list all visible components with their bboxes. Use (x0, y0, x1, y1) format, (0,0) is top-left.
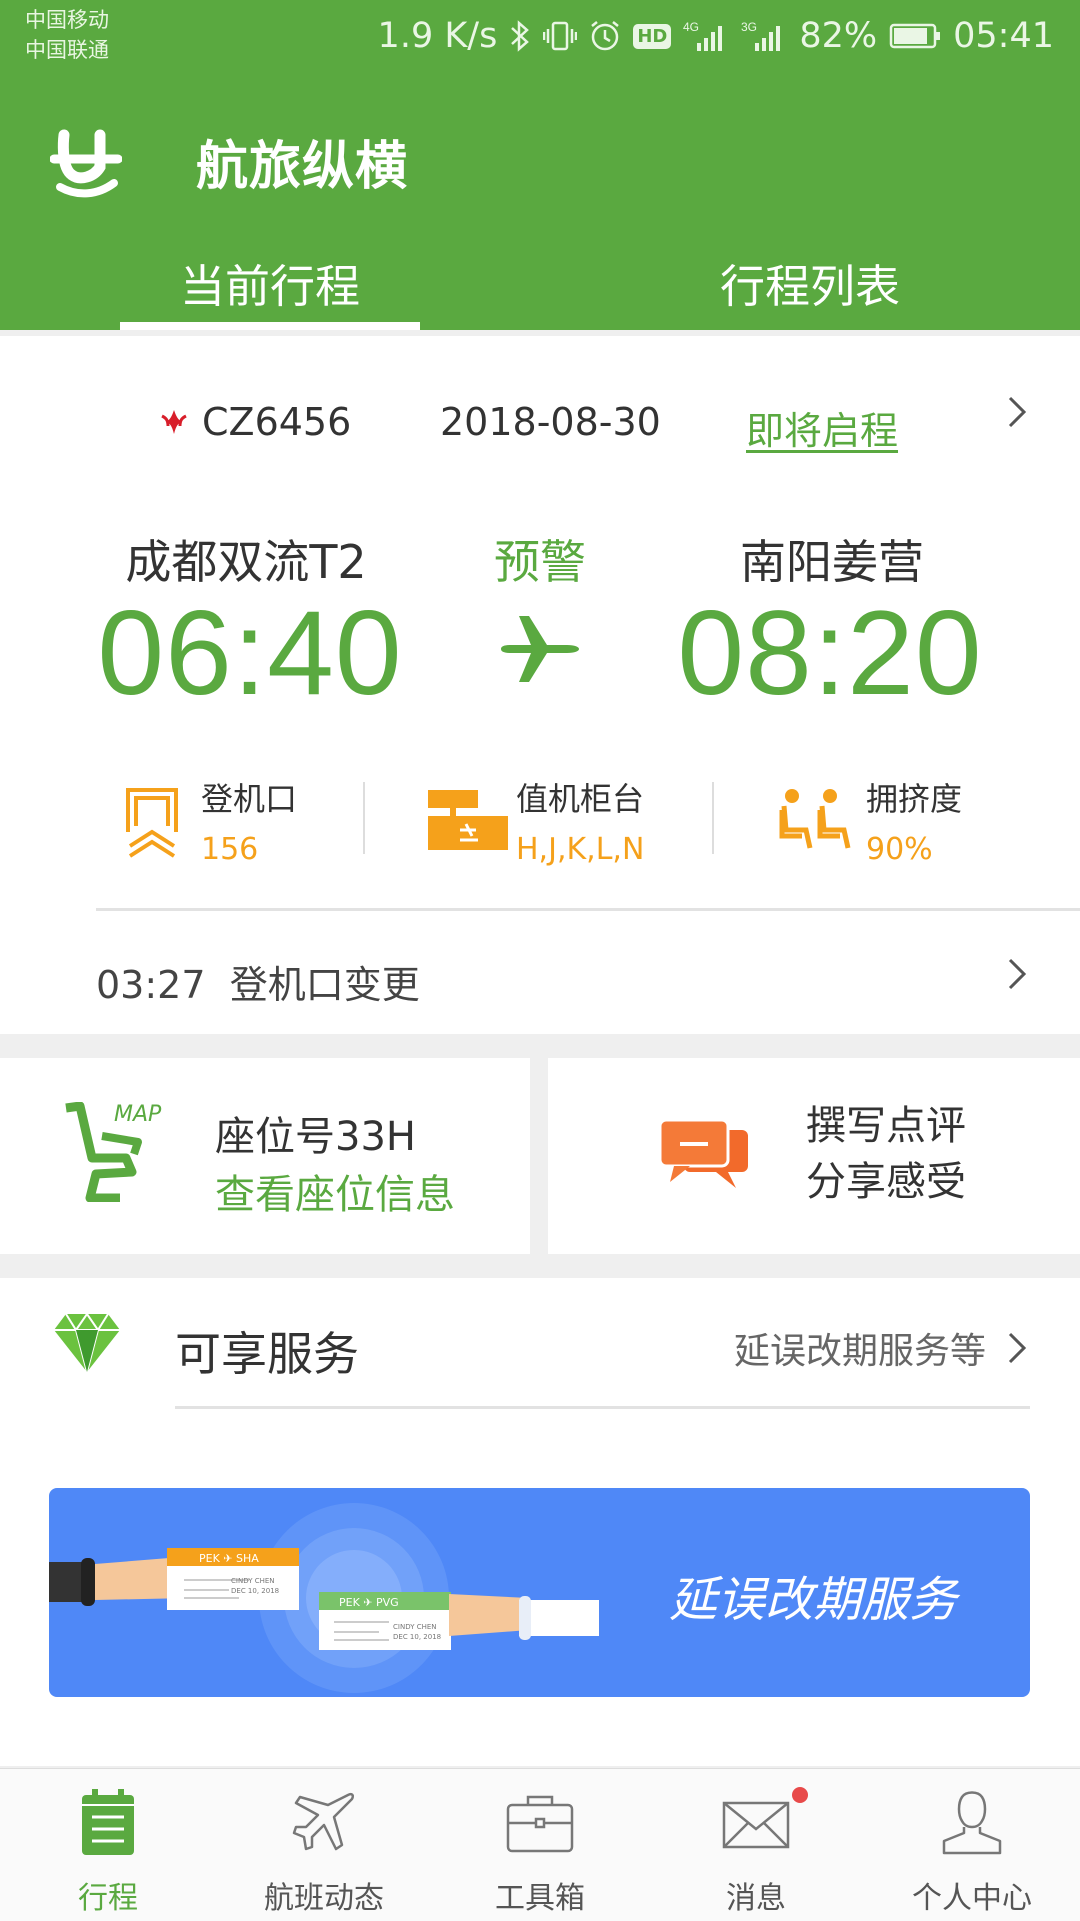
map-tag: MAP (114, 1102, 162, 1127)
nav-item-toolbox[interactable]: 工具箱 (432, 1769, 648, 1921)
nav-item-messages[interactable]: 消息 (648, 1769, 864, 1921)
bottom-navigation: 行程 航班动态 工具箱 消息 个人中心 (0, 1768, 1080, 1921)
banner-title: 延误改期服务 (669, 1572, 958, 1628)
svg-text:3G: 3G (741, 20, 757, 34)
services-more-text: 延误改期服务等 (733, 1331, 986, 1372)
notice-time: 03:27 (96, 963, 206, 1007)
unread-badge (792, 1787, 808, 1803)
notice-chevron-icon[interactable] (1004, 954, 1030, 998)
airplane-icon (497, 606, 583, 692)
current-trip-card[interactable]: CZ6456 2018-08-30 即将启程 成都双流T2 预警 南阳姜营 06… (0, 336, 1080, 1034)
carrier-secondary: 中国联通 (25, 38, 109, 62)
services-title: 可享服务 (175, 1327, 359, 1381)
battery-percent: 82% (799, 16, 878, 56)
info-divider (712, 782, 714, 854)
departure-city: 成都双流T2 (125, 535, 367, 589)
airplane-outline-icon (288, 1787, 360, 1859)
signal-3g-icon: 3G (741, 19, 787, 53)
gate-label: 登机口 (201, 780, 298, 818)
hd-icon: HD (633, 23, 672, 49)
envelope-icon (720, 1787, 792, 1859)
trip-detail-chevron-icon[interactable] (1004, 392, 1030, 443)
crowd-seats-icon (776, 786, 860, 852)
nav-item-profile[interactable]: 个人中心 (864, 1769, 1080, 1921)
nav-label: 行程 (78, 1881, 138, 1916)
flight-date: 2018-08-30 (440, 400, 661, 444)
review-line2: 分享感受 (806, 1159, 966, 1205)
gate-value: 156 (201, 832, 259, 867)
counter-label: 值机柜台 (516, 780, 645, 818)
app-logo-icon (49, 127, 123, 199)
alarm-icon (589, 19, 621, 53)
info-divider (363, 782, 365, 854)
nav-label: 消息 (726, 1881, 786, 1916)
diamond-icon (52, 1312, 122, 1376)
seat-number: 座位号33H (215, 1114, 416, 1160)
review-line1: 撰写点评 (806, 1103, 966, 1149)
chat-bubbles-icon (658, 1118, 752, 1192)
write-review-card[interactable]: 撰写点评 分享感受 (548, 1058, 1080, 1254)
network-speed: 1.9 K/s (377, 16, 498, 56)
app-brand-title: 航旅纵横 (196, 137, 409, 197)
nav-item-trip[interactable]: 行程 (0, 1769, 216, 1921)
gate-icon (124, 784, 180, 858)
crowd-value: 90% (866, 832, 933, 867)
tab-current-trip[interactable]: 当前行程 (0, 250, 540, 315)
crowd-label: 拥挤度 (866, 780, 963, 818)
airline-logo-icon (161, 410, 187, 434)
notice-text: 登机口变更 (229, 963, 420, 1007)
ticket1-details: CINDY CHEN DEC 10, 2018 (231, 1576, 279, 1596)
seat-info-card[interactable]: MAP 座位号33H 查看座位信息 (0, 1058, 530, 1254)
arrival-city: 南阳姜营 (740, 535, 924, 589)
tab-trip-list[interactable]: 行程列表 (540, 250, 1080, 315)
flight-number-text: CZ6456 (202, 400, 352, 444)
clock: 05:41 (953, 16, 1054, 56)
ticket1-to: SHA (236, 1552, 259, 1565)
ticket2-date: DEC 10, 2018 (393, 1633, 442, 1641)
signal-4g-icon: 4G (683, 19, 729, 53)
gate-change-notice[interactable]: 03:27 登机口变更 (96, 954, 420, 1009)
ticket1-route: PEK ✈ SHA (199, 1552, 259, 1565)
user-icon (936, 1787, 1008, 1859)
nav-label: 工具箱 (495, 1881, 585, 1916)
carrier-primary: 中国移动 (25, 8, 109, 32)
nav-label: 个人中心 (912, 1881, 1032, 1916)
services-chevron-icon (1008, 1332, 1027, 1364)
ticket2-to: PVG (376, 1596, 399, 1609)
ticket1-from: PEK (199, 1552, 220, 1565)
available-services-section: 可享服务 延误改期服务等 PEK ✈ SHA PEK ✈ PVG CINDY C… (0, 1278, 1080, 1766)
delay-service-banner[interactable]: PEK ✈ SHA PEK ✈ PVG CINDY CHEN DEC 10, 2… (49, 1488, 1030, 1697)
bluetooth-icon (509, 19, 531, 53)
vibrate-icon (543, 19, 578, 53)
arrival-time: 08:20 (677, 586, 983, 720)
flight-number: CZ6456 (158, 400, 351, 444)
ticket2-details: CINDY CHEN DEC 10, 2018 (393, 1622, 441, 1642)
services-more-link[interactable]: 延误改期服务等 (734, 1322, 1030, 1374)
warning-label: 预警 (494, 535, 586, 589)
check-in-counter-icon (426, 788, 508, 852)
ticket1-passenger: CINDY CHEN (231, 1577, 275, 1585)
active-tab-indicator (120, 322, 420, 330)
calendar-list-icon (72, 1787, 144, 1859)
banner-illustration (49, 1503, 599, 1693)
view-seat-info-link[interactable]: 查看座位信息 (215, 1162, 455, 1220)
status-bar: 中国移动 中国联通 1.9 K/s HD 4G 3G 82% 05:41 (0, 0, 1080, 72)
app-header: 航旅纵横 当前行程 行程列表 (0, 72, 1080, 330)
toolbox-icon (504, 1787, 576, 1859)
departure-time: 06:40 (97, 586, 403, 720)
nav-label: 航班动态 (264, 1881, 384, 1916)
status-icons: 1.9 K/s HD 4G 3G 82% 05:41 (378, 12, 1054, 60)
battery-icon (889, 22, 941, 50)
svg-text:4G: 4G (683, 20, 699, 34)
ticket2-passenger: CINDY CHEN (393, 1623, 437, 1631)
nav-item-flight-status[interactable]: 航班动态 (216, 1769, 432, 1921)
services-divider (175, 1406, 1030, 1409)
counter-value: H,J,K,L,N (516, 832, 645, 867)
ticket2-from: PEK (339, 1596, 360, 1609)
ticket1-date: DEC 10, 2018 (231, 1587, 280, 1595)
trip-status-link[interactable]: 即将启程 (746, 400, 898, 455)
ticket2-route: PEK ✈ PVG (339, 1596, 399, 1609)
card-divider (96, 908, 1080, 911)
